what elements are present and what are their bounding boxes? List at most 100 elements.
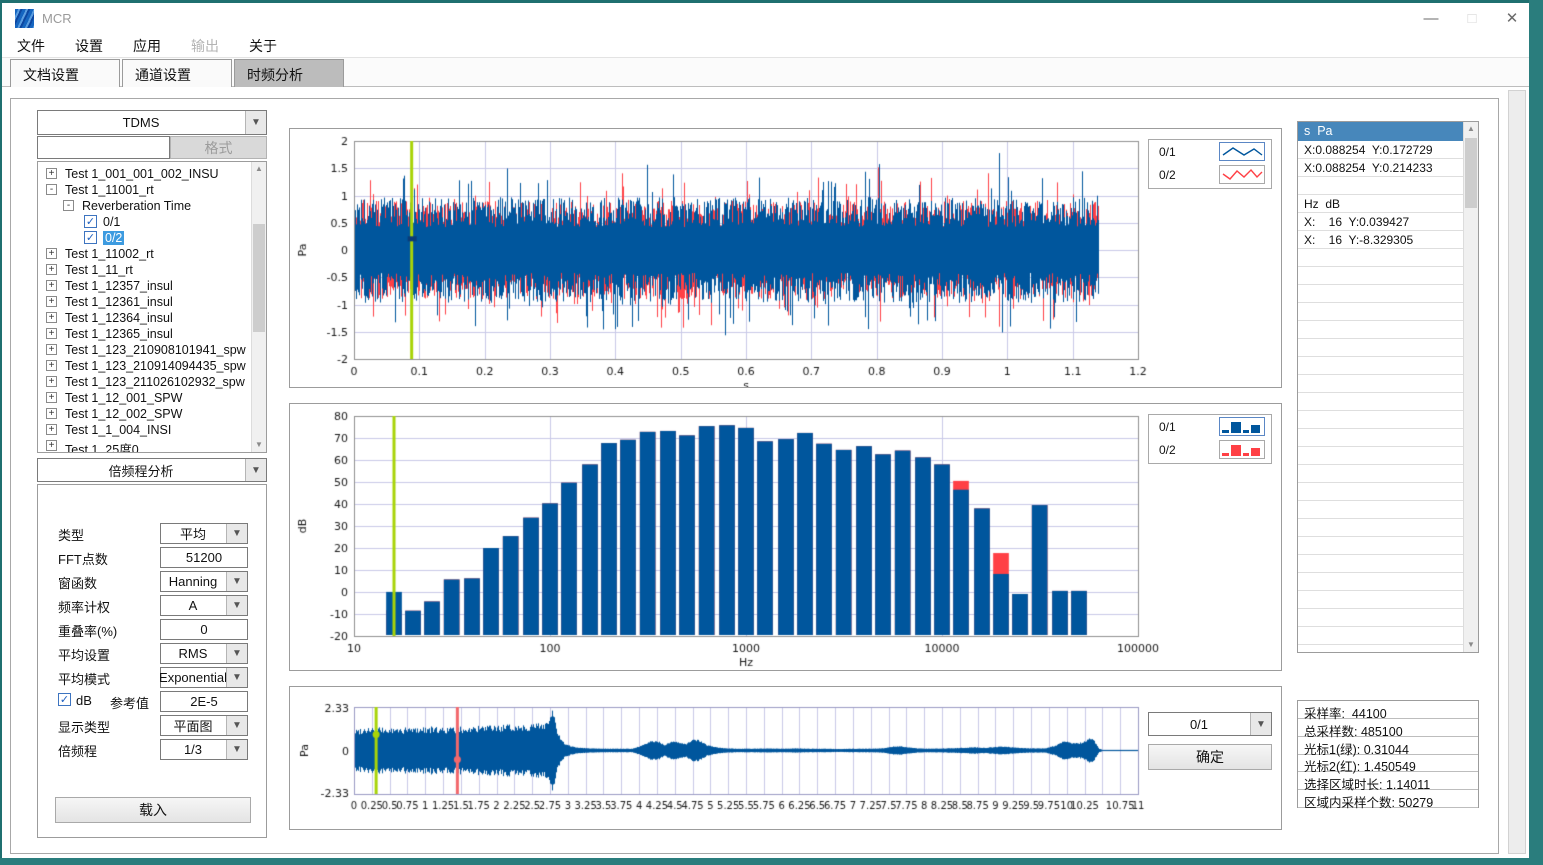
tree-checkbox[interactable]: ✓ [84,215,97,228]
field-select-6[interactable]: Exponential▼ [160,667,248,688]
db-checkbox[interactable]: ✓ [58,693,71,706]
confirm-button[interactable]: 确定 [1148,744,1272,770]
legend-entry-0-1[interactable]: 0/1 [1149,140,1271,163]
tree-item-label[interactable]: Test 1_123_211026102932_spw [65,375,245,389]
menu-item-1[interactable]: 设置 [60,33,118,59]
field-select-3[interactable]: A▼ [160,595,248,616]
chevron-down-icon[interactable]: ▼ [245,459,266,481]
tree-item-label[interactable]: 0/2 [103,231,124,245]
tree-item-label[interactable]: Test 1_11001_rt [65,183,154,197]
tree-checkbox[interactable]: ✓ [84,231,97,244]
field-select-8[interactable]: 平面图▼ [160,715,248,736]
file-tree-scrollbar[interactable]: ▲ ▼ [251,162,266,452]
expand-icon[interactable]: + [46,344,57,355]
chevron-down-icon[interactable]: ▼ [245,111,266,134]
field-input-4[interactable]: 0 [160,619,248,640]
legend-entry-0-1[interactable]: 0/1 [1149,415,1271,438]
chevron-down-icon[interactable]: ▼ [226,572,247,591]
menu-item-3[interactable]: 输出 [176,33,234,59]
page-scrollbar[interactable] [1508,90,1526,854]
menu-item-2[interactable]: 应用 [118,33,176,59]
menu-item-0[interactable]: 文件 [2,33,60,59]
tree-item-label[interactable]: Test 1_001_001_002_INSU [65,167,219,181]
tree-item-label[interactable]: Test 1_11_rt [65,263,133,277]
expand-icon[interactable]: + [46,296,57,307]
scroll-up-icon[interactable]: ▲ [1464,122,1478,136]
field-input-1[interactable]: 51200 [160,547,248,568]
tree-item-label[interactable]: Test 1_1_004_INSI [65,423,171,437]
tree-item[interactable]: + Test 1_12_001_SPW [38,390,251,406]
file-format-select[interactable]: TDMS ▼ [37,110,267,135]
overview-channel-select[interactable]: 0/1 ▼ [1148,712,1272,736]
tree-item-label[interactable]: Test 1_11002_rt [65,247,154,261]
tree-item[interactable]: + Test 1_11_rt [38,262,251,278]
menu-item-4[interactable]: 关于 [234,33,292,59]
tree-item[interactable]: + Test 1_123_210914094435_spw [38,358,251,374]
tree-item[interactable]: +Test 1_123_210908101941_spw [38,342,251,358]
tree-item-label[interactable]: Reverberation Time [82,199,191,213]
tree-item[interactable]: + Test 1_12_002_SPW [38,406,251,422]
expand-icon[interactable]: + [46,392,57,403]
load-button[interactable]: 载入 [55,797,251,823]
tree-item[interactable]: ✓0/1 [38,214,251,230]
tree-item-label[interactable]: Test 1_12357_insul [65,279,173,293]
tab-0[interactable]: 文档设置 [10,59,120,87]
expand-icon[interactable]: + [46,280,57,291]
scroll-down-icon[interactable]: ▼ [252,438,266,452]
expand-icon[interactable]: + [46,248,57,259]
tree-item-label[interactable]: Test 1_12_002_SPW [65,407,182,421]
analysis-type-select[interactable]: 倍频程分析 ▼ [37,458,267,482]
chevron-down-icon[interactable]: ▼ [226,716,247,735]
tree-item-label[interactable]: Test 1_12_001_SPW [65,391,182,405]
scroll-up-icon[interactable]: ▲ [252,162,266,176]
tree-item[interactable]: + Test 1_25度0 [38,438,251,452]
readout-scrollbar[interactable]: ▲ ▼ [1463,122,1478,652]
minimize-button[interactable]: — [1414,7,1448,31]
collapse-icon[interactable]: - [46,184,57,195]
field-select-9[interactable]: 1/3▼ [160,739,248,760]
scroll-down-icon[interactable]: ▼ [1464,638,1478,652]
expand-icon[interactable]: + [46,168,57,179]
search-input[interactable] [37,136,170,159]
chevron-down-icon[interactable]: ▼ [226,644,247,663]
overview-chart-canvas[interactable] [290,687,1281,829]
tree-item[interactable]: -Reverberation Time [38,198,251,214]
tree-item[interactable]: +Test 1_12364_insul [38,310,251,326]
waveform-chart-canvas[interactable] [290,129,1281,387]
format-button[interactable]: 格式 [170,136,267,159]
field-input-7[interactable]: 2E-5 [160,691,248,712]
expand-icon[interactable]: + [46,440,57,451]
tree-item[interactable]: + Test 1_12357_insul [38,278,251,294]
field-select-2[interactable]: Hanning▼ [160,571,248,592]
expand-icon[interactable]: + [46,264,57,275]
tree-item[interactable]: + Test 1_1_004_INSI [38,422,251,438]
tab-1[interactable]: 通道设置 [122,59,232,87]
tab-2[interactable]: 时频分析 [234,59,344,87]
tree-item-label[interactable]: Test 1_123_210914094435_spw [65,359,246,373]
tree-item-label[interactable]: Test 1_12364_insul [65,311,173,325]
field-select-0[interactable]: 平均▼ [160,523,248,544]
collapse-icon[interactable]: - [63,200,74,211]
tree-item[interactable]: + Test 1_001_001_002_INSU [38,166,251,182]
expand-icon[interactable]: + [46,424,57,435]
legend-entry-0-2[interactable]: 0/2 [1149,163,1271,186]
expand-icon[interactable]: + [46,328,57,339]
tree-item-label[interactable]: Test 1_12361_insul [65,295,173,309]
tree-item[interactable]: + Test 1_12365_insul [38,326,251,342]
tree-item-label[interactable]: Test 1_12365_insul [65,327,173,341]
chevron-down-icon[interactable]: ▼ [226,668,247,687]
chevron-down-icon[interactable]: ▼ [226,596,247,615]
expand-icon[interactable]: + [46,360,57,371]
spectrum-chart-canvas[interactable] [290,404,1281,670]
tree-item-label[interactable]: Test 1_25度0 [65,439,139,452]
chevron-down-icon[interactable]: ▼ [1250,713,1271,735]
expand-icon[interactable]: + [46,408,57,419]
close-button[interactable]: ✕ [1495,7,1529,31]
field-select-5[interactable]: RMS▼ [160,643,248,664]
maximize-button[interactable]: □ [1455,7,1489,31]
tree-item[interactable]: + Test 1_123_211026102932_spw [38,374,251,390]
chevron-down-icon[interactable]: ▼ [226,740,247,759]
expand-icon[interactable]: + [46,376,57,387]
tree-item[interactable]: + Test 1_11002_rt [38,246,251,262]
tree-item[interactable]: ✓ 0/2 [38,230,251,246]
